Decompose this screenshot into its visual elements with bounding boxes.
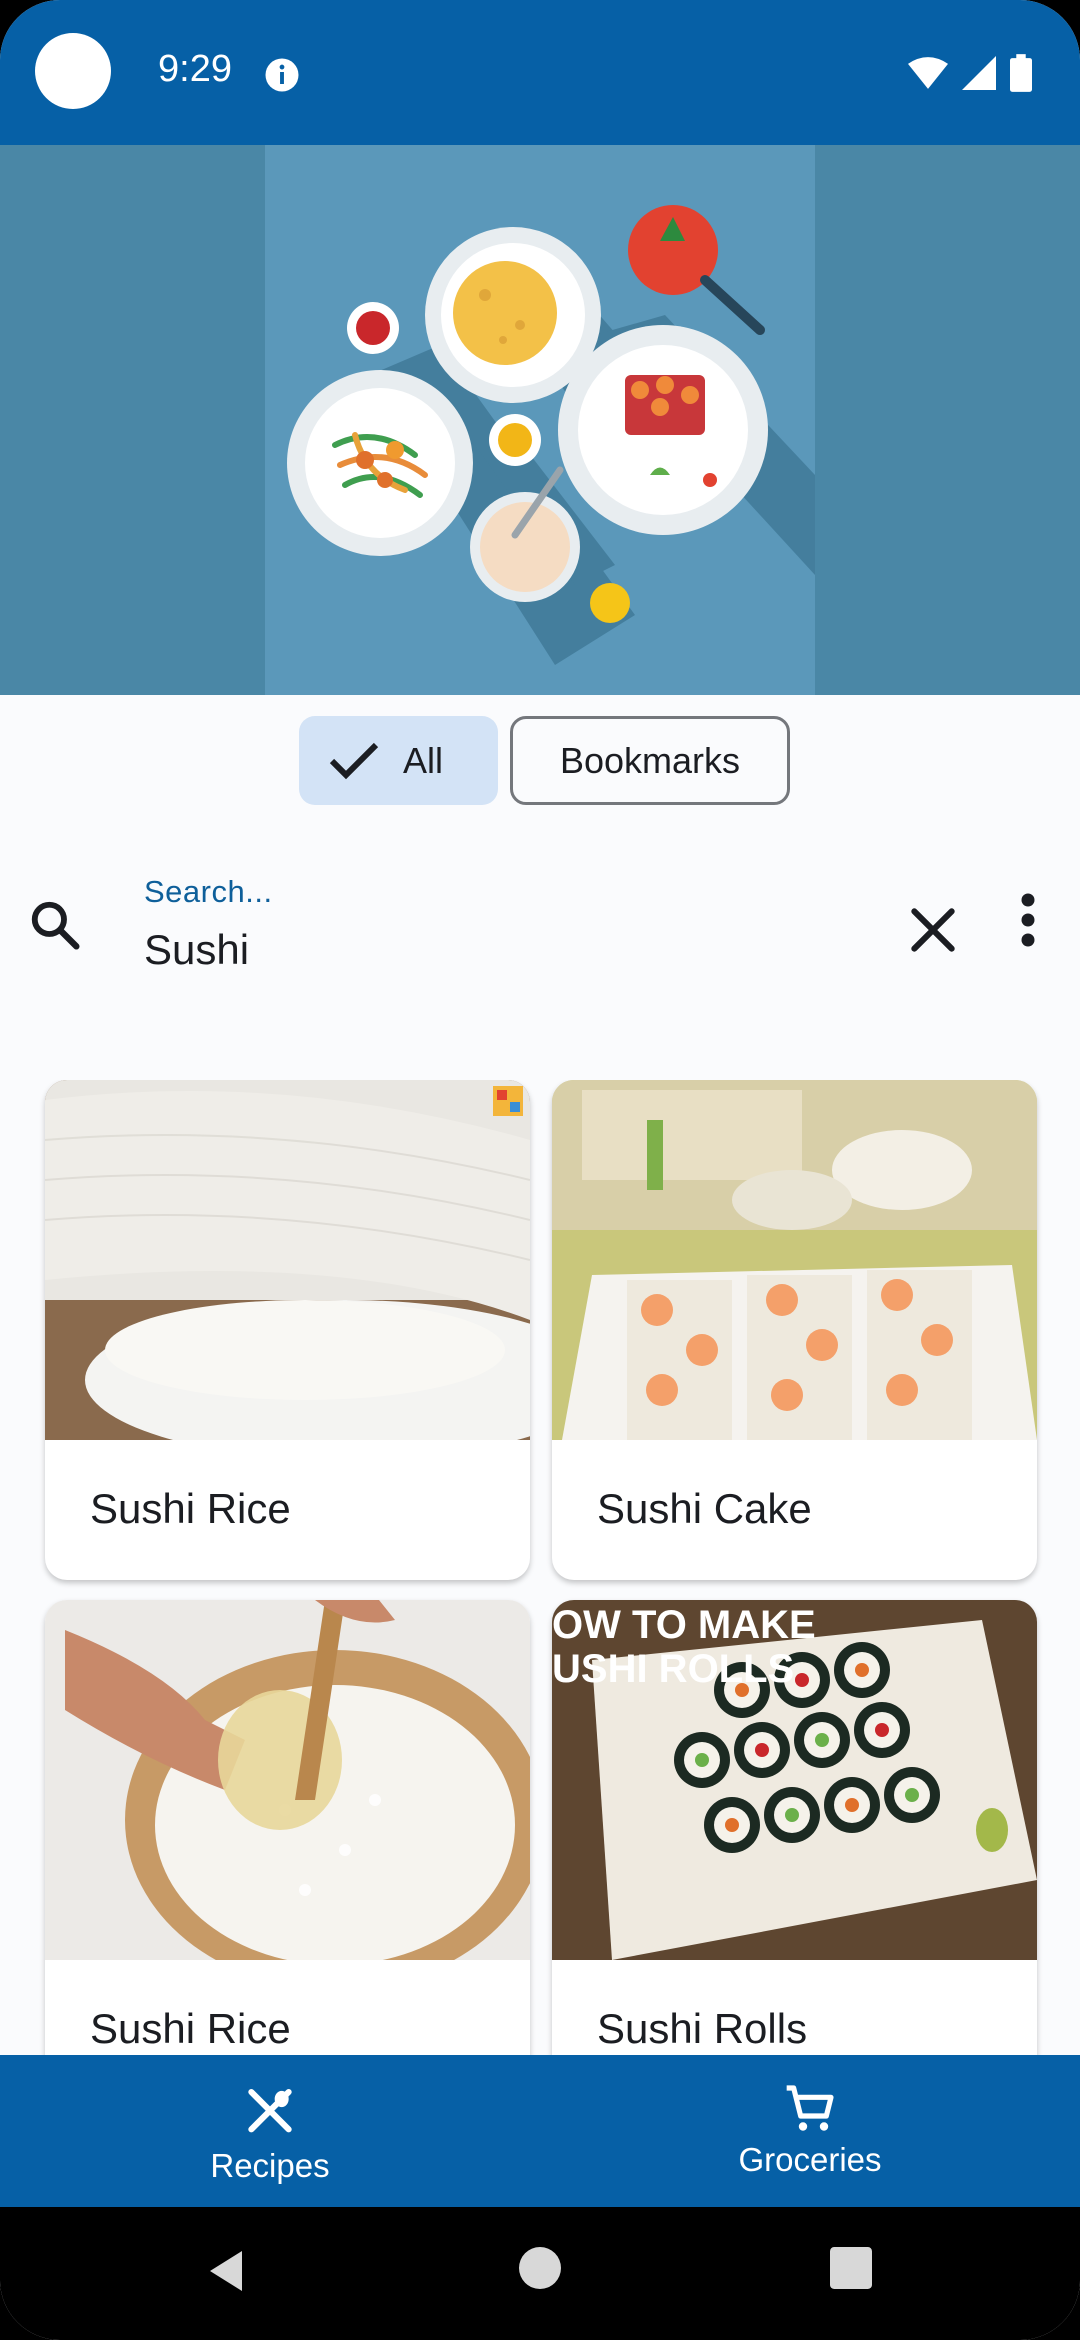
- recipe-image-sushi-rolls: OW TO MAKE USHI ROLLS: [552, 1600, 1037, 1960]
- status-bar: 9:29: [0, 0, 1080, 145]
- recipe-image-sushi-cake: [552, 1080, 1037, 1440]
- search-field-label: Search...: [144, 874, 273, 909]
- filter-chip-group: All Bookmarks: [299, 716, 790, 805]
- recipe-image-sushi-rice: [45, 1080, 530, 1440]
- check-icon: [329, 742, 379, 779]
- nav-item-groceries[interactable]: Groceries: [540, 2055, 1080, 2207]
- search-input[interactable]: [144, 920, 844, 980]
- recipe-title: Sushi Rolls: [597, 2005, 808, 2052]
- hero-banner: [0, 145, 1080, 695]
- cart-icon: [786, 2085, 834, 2131]
- app-screen: 9:29 All Bookmarks Search... Sushi Sushi…: [0, 0, 1080, 2340]
- recipe-card[interactable]: OW TO MAKE USHI ROLLS Sushi Rolls: [552, 1600, 1037, 2055]
- recipe-title: Sushi Rice: [90, 1485, 291, 1532]
- wifi-icon: [908, 57, 948, 89]
- bottom-navigation: Recipes Groceries: [0, 2055, 1080, 2207]
- more-vert-icon[interactable]: [1010, 890, 1046, 950]
- signal-icon: [962, 56, 996, 90]
- info-icon: [265, 58, 299, 92]
- close-icon[interactable]: [905, 902, 961, 958]
- recipe-title: Sushi Cake: [597, 1485, 812, 1532]
- filter-chip-bookmarks[interactable]: Bookmarks: [510, 716, 790, 805]
- filter-chip-all-label: All: [403, 739, 444, 781]
- filter-chip-all[interactable]: All: [299, 716, 498, 805]
- filter-chip-bookmarks-label: Bookmarks: [559, 739, 741, 781]
- recipe-title: Sushi Rice: [90, 2005, 291, 2052]
- overlay-text-line-1: OW TO MAKE: [552, 1603, 816, 1647]
- status-icons: [908, 52, 1032, 94]
- overlay-text-line-2: USHI ROLLS: [552, 1647, 794, 1691]
- battery-icon: [1010, 54, 1032, 92]
- home-icon[interactable]: [519, 2247, 561, 2289]
- utensils-icon: [248, 2088, 292, 2133]
- recipe-card[interactable]: Sushi Rice: [45, 1080, 530, 1580]
- nav-label-recipes: Recipes: [210, 2147, 330, 2184]
- search-icon[interactable]: [28, 898, 82, 952]
- recipe-card[interactable]: Sushi Cake: [552, 1080, 1037, 1580]
- back-icon[interactable]: [205, 2247, 247, 2295]
- nav-item-recipes[interactable]: Recipes: [0, 2055, 540, 2207]
- recipe-grid: Sushi Rice Sushi Cake Sushi Rice OW TO M…: [0, 1080, 1080, 2055]
- recipe-image-sushi-rice-2: [45, 1600, 530, 1960]
- system-navigation-bar: [0, 2207, 1080, 2340]
- status-time: 9:29: [158, 48, 232, 90]
- recents-icon[interactable]: [830, 2247, 872, 2289]
- recipe-card[interactable]: Sushi Rice: [45, 1600, 530, 2055]
- search-bar: Search...: [0, 860, 1080, 990]
- hero-food-illustration: [265, 145, 815, 695]
- camera-cutout: [35, 33, 111, 109]
- nav-label-groceries: Groceries: [738, 2141, 882, 2178]
